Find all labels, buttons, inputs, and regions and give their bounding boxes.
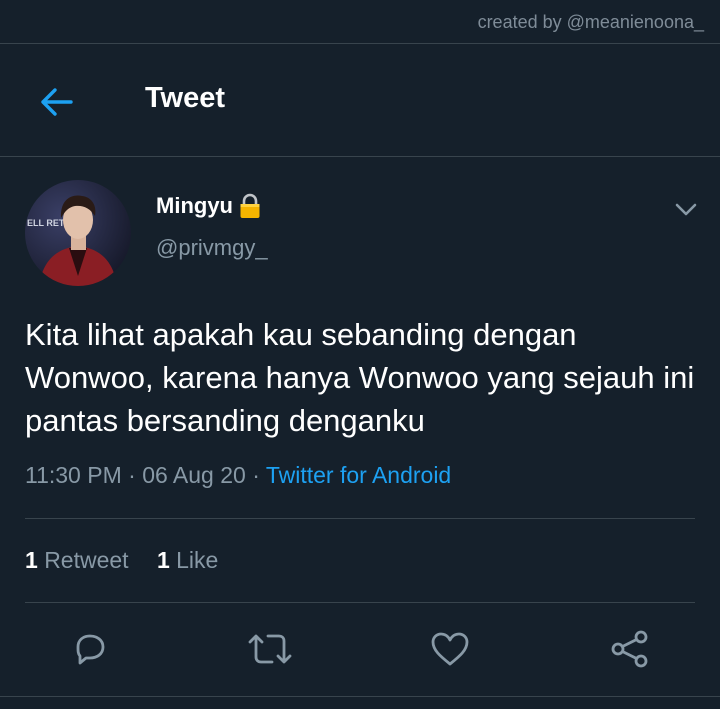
user-name[interactable]: Mingyu <box>156 193 261 219</box>
header: Tweet <box>0 44 720 156</box>
chevron-down-icon <box>675 203 697 216</box>
share-button[interactable] <box>606 625 654 673</box>
likes-count: 1 <box>156 547 170 573</box>
tweet-text: Kita lihat apakah kau sebanding dengan W… <box>25 317 695 438</box>
divider <box>25 602 695 603</box>
like-icon <box>431 632 469 666</box>
header-divider <box>0 156 720 157</box>
avatar-image: ELL RETU <box>25 180 131 286</box>
retweet-icon <box>248 634 292 664</box>
user-handle[interactable]: @privmgy_ <box>156 235 268 261</box>
retweets-label: Retweet <box>44 547 129 573</box>
share-icon <box>611 630 648 668</box>
tweet-stats: 1 Retweet 1 Like <box>25 547 240 574</box>
likes-stat[interactable]: 1 Like <box>157 547 218 573</box>
lock-icon <box>240 193 260 218</box>
tweet-date: 06 Aug 20 <box>142 462 246 488</box>
bottom-divider <box>0 696 720 697</box>
page-title: Tweet <box>145 82 226 114</box>
arrow-left-icon <box>41 88 73 116</box>
likes-label: Like <box>176 547 219 573</box>
meta-separator: · <box>252 462 260 488</box>
user-name-text: Mingyu <box>156 193 233 218</box>
tweet-source-link[interactable]: Twitter for Android <box>266 462 451 488</box>
avatar[interactable]: ELL RETU <box>25 180 131 286</box>
more-options-button[interactable] <box>670 195 702 223</box>
tweet-time: 11:30 PM <box>25 462 122 488</box>
retweets-stat[interactable]: 1 Retweet <box>25 547 129 573</box>
back-button[interactable] <box>34 84 78 120</box>
reply-icon <box>76 634 105 665</box>
watermark-credit: created by @meanienoona_ <box>477 12 704 32</box>
reply-button[interactable] <box>66 625 114 673</box>
retweets-count: 1 <box>25 547 38 573</box>
retweet-button[interactable] <box>246 625 294 673</box>
tweet-meta: 11:30 PM · 06 Aug 20 · Twitter for Andro… <box>25 462 451 489</box>
meta-separator: · <box>128 462 136 488</box>
like-button[interactable] <box>426 625 474 673</box>
divider <box>25 518 695 519</box>
action-bar <box>0 625 720 675</box>
